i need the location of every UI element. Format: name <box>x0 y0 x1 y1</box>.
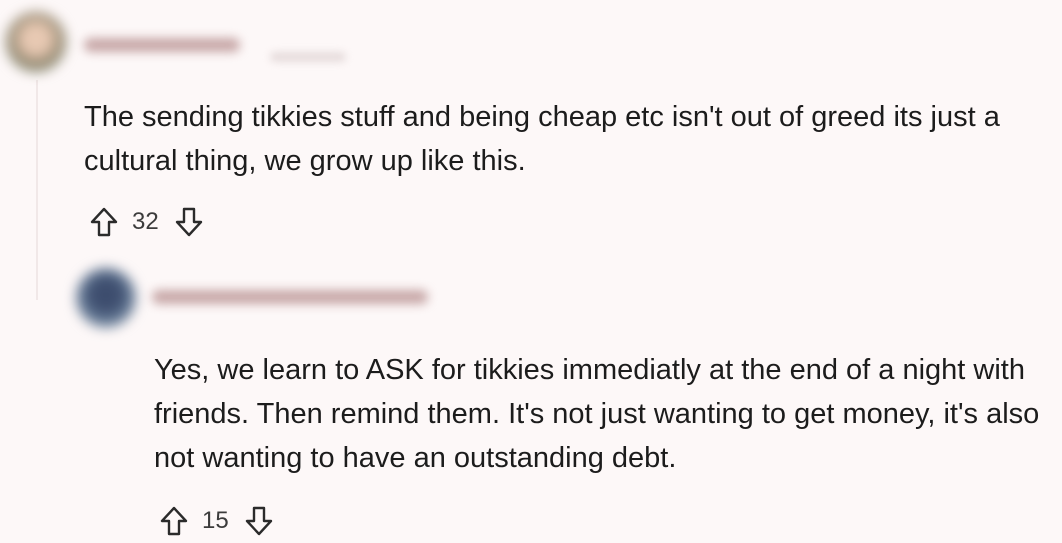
upvote-button[interactable] <box>86 204 122 240</box>
vote-bar: 32 <box>86 204 207 240</box>
timestamp-blurred <box>270 52 346 62</box>
username-blurred[interactable] <box>152 290 428 304</box>
vote-count: 32 <box>132 208 159 235</box>
upvote-button[interactable] <box>156 503 192 539</box>
upvote-arrow-icon <box>160 506 188 536</box>
avatar[interactable] <box>6 12 66 72</box>
vote-count: 15 <box>202 507 229 534</box>
comment-body: The sending tikkies stuff and being chea… <box>84 101 1000 177</box>
avatar[interactable] <box>76 268 136 328</box>
downvote-arrow-icon <box>175 207 202 237</box>
downvote-arrow-icon <box>245 506 272 536</box>
downvote-button[interactable] <box>241 503 277 539</box>
upvote-arrow-icon <box>90 207 118 237</box>
username-blurred[interactable] <box>84 38 240 52</box>
downvote-button[interactable] <box>171 204 207 240</box>
vote-bar: 15 <box>156 503 277 539</box>
comment-body: Yes, we learn to ASK for tikkies immedia… <box>154 354 1040 474</box>
thread-line[interactable] <box>36 80 38 300</box>
